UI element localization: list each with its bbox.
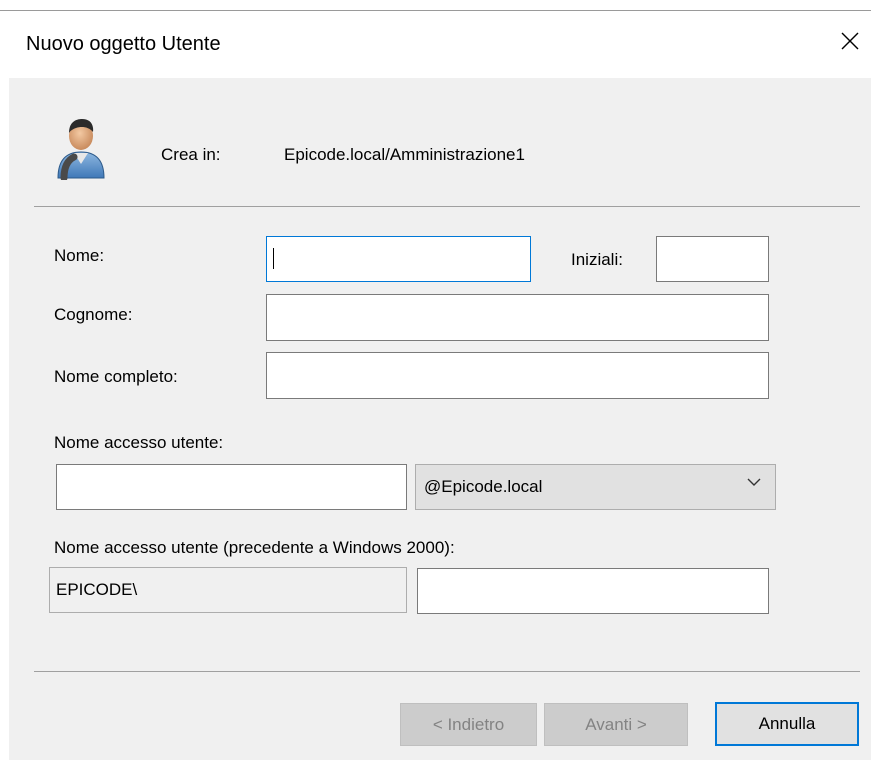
create-in-label: Crea in: [161,145,221,164]
close-icon [841,32,859,50]
next-button[interactable]: Avanti > [544,703,688,746]
logon-name-label: Nome accesso utente: [54,433,224,452]
cancel-button[interactable]: Annulla [715,702,859,746]
header-separator [34,206,860,207]
initials-input[interactable] [656,236,769,282]
pre2000-logon-label: Nome accesso utente (precedente a Window… [54,538,455,557]
dialog-body: Crea in: Epicode.local/Amministrazione1 … [9,78,871,760]
new-user-dialog: Nuovo oggetto Utente Crea in: Epicode.lo… [0,0,871,760]
pre2000-logon-input[interactable] [417,568,769,614]
title-bar: Nuovo oggetto Utente [0,11,871,77]
chevron-down-icon [747,478,761,486]
window-title: Nuovo oggetto Utente [26,33,221,55]
full-name-label: Nome completo: [54,367,178,386]
last-name-label: Cognome: [54,305,133,324]
first-name-input[interactable] [266,236,531,282]
logon-name-input[interactable] [56,464,407,510]
create-in-path: Epicode.local/Amministrazione1 [284,145,525,164]
full-name-input[interactable] [266,352,769,399]
user-icon [57,119,105,180]
last-name-input[interactable] [266,294,769,341]
domain-suffix-value: @Epicode.local [424,477,543,496]
text-caret [273,248,274,269]
back-button[interactable]: < Indietro [400,703,537,746]
initials-label: Iniziali: [571,250,623,269]
pre2000-domain-prefix-text: EPICODE\ [56,580,138,599]
domain-suffix-select[interactable]: @Epicode.local [415,464,776,510]
first-name-label: Nome: [54,246,105,265]
close-button[interactable] [830,21,870,61]
footer-separator [34,671,860,672]
pre2000-domain-prefix: EPICODE\ [49,567,407,613]
